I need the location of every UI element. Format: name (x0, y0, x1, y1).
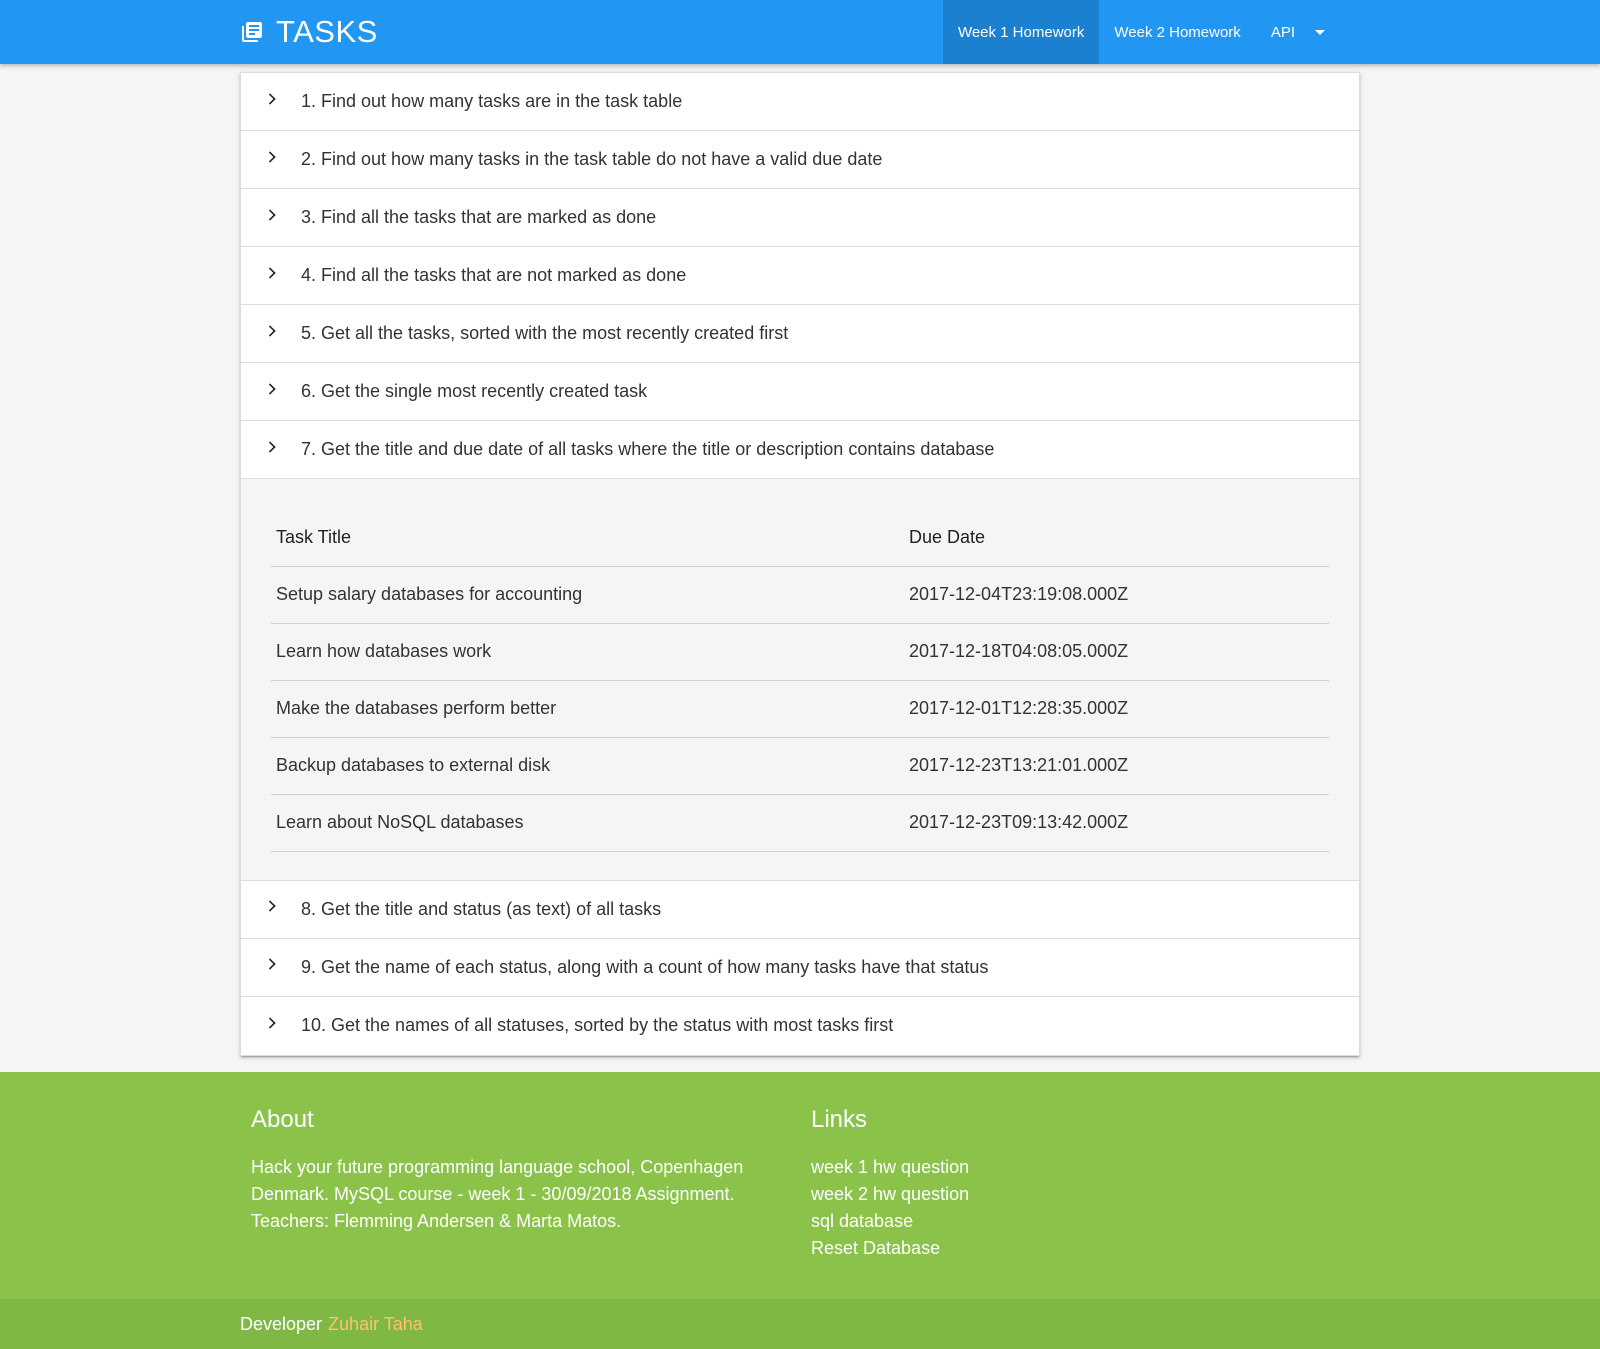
chevron-right-icon (264, 958, 276, 970)
footer-link-sql-database[interactable]: sql database (811, 1208, 1211, 1235)
table-row: Learn about NoSQL databases 2017-12-23T0… (271, 794, 1329, 852)
developer-label: Developer (240, 1313, 323, 1334)
chevron-right-icon (264, 324, 276, 337)
nav-item-label: Week 2 Homework (1114, 23, 1241, 41)
table-row: Backup databases to external disk 2017-1… (271, 737, 1329, 795)
chevron-right-icon (264, 900, 276, 912)
question-9-header[interactable]: 9. Get the name of each status, along wi… (241, 938, 1359, 997)
question-5-header[interactable]: 5. Get all the tasks, sorted with the mo… (241, 305, 1359, 363)
nav-item-label: Week 1 Homework (957, 23, 1085, 41)
page-footer: About Hack your future programming langu… (0, 1072, 1600, 1349)
footer-link-week1[interactable]: week 1 hw question (811, 1154, 1211, 1181)
developer-name-link[interactable]: Zuhair Taha (328, 1314, 423, 1335)
library-books-icon (240, 20, 264, 44)
footer-copyright: Developer Zuhair Taha (0, 1299, 1600, 1349)
question-6-header[interactable]: 6. Get the single most recently created … (241, 363, 1359, 421)
question-label: 4. Find all the tasks that are not marke… (301, 265, 687, 285)
task-title-cell: Learn about NoSQL databases (271, 794, 904, 852)
nav-week1-homework[interactable]: Week 1 Homework (942, 0, 1100, 64)
question-label: 7. Get the title and due date of all tas… (301, 439, 995, 459)
due-date-cell: 2017-12-04T23:19:08.000Z (904, 566, 1329, 624)
footer-links-list: week 1 hw question week 2 hw question sq… (811, 1154, 1211, 1262)
task-title-cell: Make the databases perform better (271, 680, 904, 738)
chevron-right-icon (264, 92, 276, 105)
chevron-right-icon (264, 382, 276, 395)
task-title-cell: Setup salary databases for accounting (271, 566, 904, 624)
table-row: Learn how databases work 2017-12-18T04:0… (271, 623, 1329, 681)
footer-links-title: Links (811, 1106, 868, 1133)
footer-about: About Hack your future programming langu… (251, 1106, 791, 1235)
question-label: 2. Find out how many tasks in the task t… (301, 149, 883, 169)
question-label: 10. Get the names of all statuses, sorte… (301, 1015, 894, 1035)
footer-about-title: About (251, 1106, 314, 1133)
top-navbar: TASKS Week 1 Homework Week 2 Homework AP… (0, 0, 1600, 64)
brand-title: TASKS (276, 14, 378, 49)
due-date-cell: 2017-12-23T13:21:01.000Z (904, 737, 1329, 795)
chevron-right-icon (264, 1016, 276, 1029)
footer-link-reset-database[interactable]: Reset Database (811, 1235, 1211, 1262)
footer-about-text: Hack your future programming language sc… (251, 1157, 744, 1231)
column-header-due-date: Due Date (904, 509, 1329, 567)
table-header-row: Task Title Due Date (271, 509, 1329, 567)
question-8-header[interactable]: 8. Get the title and status (as text) of… (241, 880, 1359, 939)
chevron-right-icon (264, 440, 276, 453)
brand-logo[interactable]: TASKS (240, 0, 378, 64)
chevron-right-icon (264, 266, 276, 279)
question-label: 5. Get all the tasks, sorted with the mo… (301, 323, 789, 343)
nav-menu: Week 1 Homework Week 2 Homework API (942, 0, 1340, 64)
table-row: Make the databases perform better 2017-1… (271, 680, 1329, 738)
question-10-header[interactable]: 10. Get the names of all statuses, sorte… (241, 996, 1359, 1055)
question-7-header[interactable]: 7. Get the title and due date of all tas… (241, 421, 1359, 479)
question-label: 6. Get the single most recently created … (301, 381, 648, 401)
question-label: 9. Get the name of each status, along wi… (301, 956, 989, 977)
due-date-cell: 2017-12-18T04:08:05.000Z (904, 623, 1329, 681)
nav-week2-homework[interactable]: Week 2 Homework (1099, 0, 1255, 64)
due-date-cell: 2017-12-01T12:28:35.000Z (904, 680, 1329, 738)
column-header-task-title: Task Title (271, 509, 904, 567)
table-row: Setup salary databases for accounting 20… (271, 566, 1329, 624)
result-table: Task Title Due Date Setup salary databas… (271, 509, 1329, 852)
footer-link-week2[interactable]: week 2 hw question (811, 1181, 1211, 1208)
question-3-header[interactable]: 3. Find all the tasks that are marked as… (241, 189, 1359, 247)
question-4-header[interactable]: 4. Find all the tasks that are not marke… (241, 247, 1359, 305)
question-label: 3. Find all the tasks that are marked as… (301, 207, 657, 227)
caret-down-icon (1315, 29, 1325, 35)
question-7-result: Task Title Due Date Setup salary databas… (241, 479, 1359, 881)
task-title-cell: Learn how databases work (271, 623, 904, 681)
nav-item-label: API (1270, 23, 1295, 41)
task-title-cell: Backup databases to external disk (271, 737, 904, 795)
due-date-cell: 2017-12-23T09:13:42.000Z (904, 794, 1329, 852)
questions-collapsible: 1. Find out how many tasks are in the ta… (240, 72, 1360, 1056)
chevron-right-icon (264, 150, 276, 163)
footer-links: Links week 1 hw question week 2 hw quest… (811, 1106, 1211, 1262)
chevron-right-icon (264, 208, 276, 221)
question-2-header[interactable]: 2. Find out how many tasks in the task t… (241, 131, 1359, 189)
question-label: 8. Get the title and status (as text) of… (301, 898, 662, 919)
nav-api-dropdown[interactable]: API (1256, 0, 1340, 64)
question-1-header[interactable]: 1. Find out how many tasks are in the ta… (241, 73, 1359, 131)
question-label: 1. Find out how many tasks are in the ta… (301, 91, 683, 111)
